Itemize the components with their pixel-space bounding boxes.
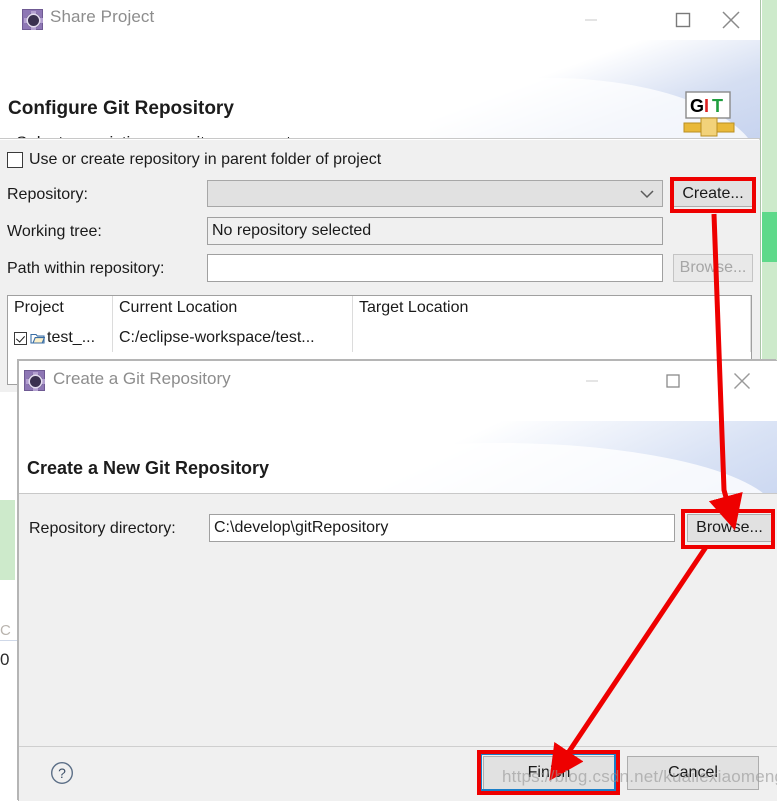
table-cell-project-label: test_... <box>47 329 96 346</box>
use-parent-folder-checkbox[interactable]: Use or create repository in parent folde… <box>7 151 381 169</box>
screenshot-root: C 0 ·· Share Project Configure <box>0 0 777 801</box>
create-button-label: Create... <box>682 184 744 202</box>
close-button[interactable] <box>708 0 754 40</box>
git-logo: G I T <box>683 91 735 137</box>
finish-button[interactable]: Finish <box>483 756 615 790</box>
path-within-repository-field[interactable] <box>207 254 663 282</box>
create-git-repository-form: Repository directory: C:\develop\gitRepo… <box>19 494 777 746</box>
help-button[interactable]: ? <box>50 761 74 785</box>
cancel-button-label: Cancel <box>668 764 718 781</box>
svg-text:G: G <box>690 96 704 116</box>
background-scrollbar-track-border <box>760 0 761 392</box>
svg-text:I: I <box>704 96 709 116</box>
share-project-title: Share Project <box>50 7 155 26</box>
background-scrollbar-track[interactable] <box>762 0 777 392</box>
background-green-strip-left <box>0 500 15 580</box>
page-title: Create a New Git Repository <box>27 458 270 478</box>
row-checkbox[interactable] <box>14 331 27 345</box>
background-divider-left <box>0 640 18 641</box>
svg-text:T: T <box>712 96 723 116</box>
page-title: Configure Git Repository <box>8 98 234 119</box>
browse-directory-button[interactable]: Browse... <box>687 514 772 542</box>
svg-text:?: ? <box>58 765 66 781</box>
table-cell-project[interactable]: test_... <box>8 324 113 352</box>
create-git-repository-footer: ? Finish Cancel <box>19 747 777 801</box>
create-git-repository-dialog: Create a Git Repository Create a New Git… <box>18 360 777 801</box>
create-git-repository-titlebar[interactable]: Create a Git Repository <box>19 361 777 401</box>
eclipse-wizard-icon <box>22 9 43 30</box>
table-cell-target-location <box>353 324 751 352</box>
create-button[interactable]: Create... <box>673 180 753 207</box>
background-text-fragment-1: C <box>0 622 11 639</box>
close-button[interactable] <box>719 361 765 401</box>
working-tree-field[interactable]: No repository selected <box>207 217 663 245</box>
minimize-button[interactable] <box>568 0 614 40</box>
cancel-button[interactable]: Cancel <box>627 756 759 790</box>
working-tree-label: Working tree: <box>7 223 102 240</box>
share-project-form: Use or create repository in parent folde… <box>0 140 760 392</box>
use-parent-folder-label: Use or create repository in parent folde… <box>29 151 382 168</box>
table-row[interactable]: test_... C:/eclipse-workspace/test... <box>8 324 751 352</box>
browse-repo-button: Browse... <box>673 254 753 282</box>
share-project-banner: Configure Git Repository Select an exist… <box>0 40 760 139</box>
background-text-fragment-2: 0 <box>0 650 10 669</box>
minimize-button[interactable] <box>569 361 615 401</box>
repository-label: Repository: <box>7 186 88 203</box>
repository-combo[interactable] <box>207 180 663 207</box>
chevron-down-icon <box>640 190 654 199</box>
table-cell-current-location: C:/eclipse-workspace/test... <box>113 324 353 352</box>
maximize-button[interactable] <box>650 361 696 401</box>
repository-directory-label: Repository directory: <box>29 520 176 537</box>
eclipse-wizard-icon <box>24 370 45 391</box>
table-header: Project Current Location Target Location <box>8 296 751 324</box>
background-scrollbar-thumb[interactable] <box>762 212 777 262</box>
column-header-current-location: Current Location <box>113 296 353 324</box>
create-git-repository-title: Create a Git Repository <box>53 369 231 388</box>
finish-button-label: Finish <box>527 764 571 781</box>
page-subtitle: Select an existing repository or create … <box>16 133 384 138</box>
path-within-repository-label: Path within repository: <box>7 260 165 277</box>
share-project-titlebar[interactable]: Share Project <box>0 0 760 40</box>
browse-directory-button-label: Browse... <box>696 519 763 536</box>
browse-repo-button-label: Browse... <box>679 259 747 276</box>
maximize-button[interactable] <box>660 0 706 40</box>
repository-directory-field[interactable]: C:\develop\gitRepository <box>209 514 675 542</box>
share-project-dialog: Share Project Configure Git Repository S… <box>0 0 760 392</box>
folder-icon <box>30 333 45 344</box>
column-header-project: Project <box>8 296 113 324</box>
checkbox-box[interactable] <box>7 152 23 168</box>
create-git-repository-banner: Create a New Git Repository Directory C:… <box>19 401 777 494</box>
column-header-target-location: Target Location <box>353 296 751 324</box>
